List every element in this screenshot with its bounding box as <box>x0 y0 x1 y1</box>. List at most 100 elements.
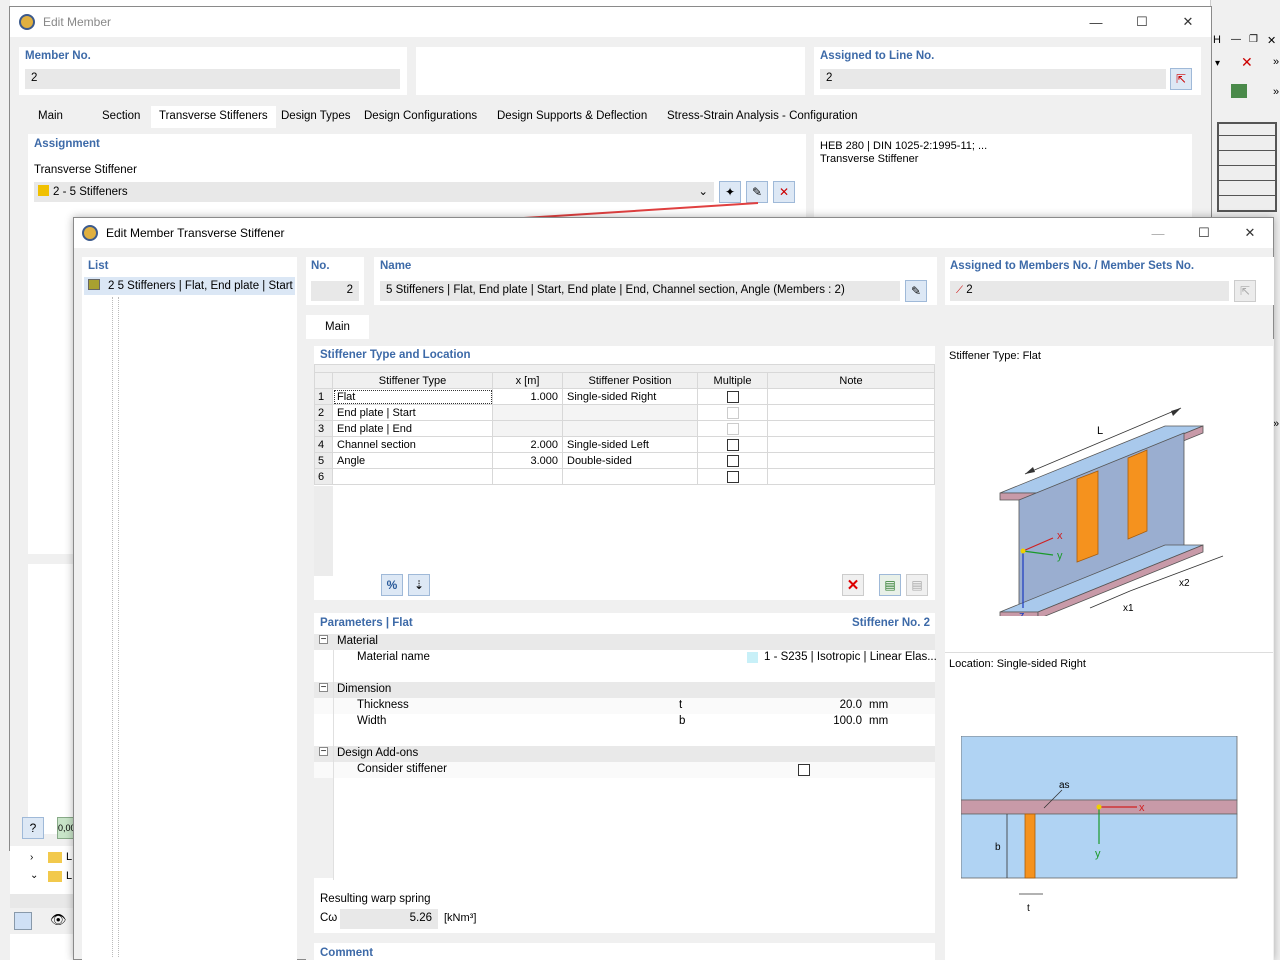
cell-type[interactable]: Angle <box>332 452 493 469</box>
cell-note[interactable] <box>767 420 935 437</box>
tab-section[interactable]: Section <box>84 106 153 128</box>
consider-checkbox[interactable] <box>798 764 810 776</box>
cell-position[interactable]: Double-sided <box>562 452 698 469</box>
delete-row-button[interactable]: ✕ <box>842 574 864 596</box>
bg-more-chevron-2[interactable]: » <box>1273 86 1279 98</box>
list-tree-line-2 <box>118 297 119 957</box>
minimize-button[interactable]: — <box>1135 218 1181 248</box>
minimize-button[interactable]: — <box>1073 7 1119 37</box>
multiple-checkbox[interactable] <box>726 454 739 467</box>
cell-multiple[interactable] <box>697 436 768 453</box>
bg-restore-icon[interactable]: ❐ <box>1249 34 1258 45</box>
dim-L-arrow-right <box>1171 408 1181 416</box>
bg-dropdown-icon[interactable]: ▾ <box>1215 58 1220 69</box>
multiple-checkbox <box>726 422 739 435</box>
list-item-selected[interactable]: 2 5 Stiffeners | Flat, End plate | Start <box>84 277 295 295</box>
tree-item-2[interactable]: L <box>66 870 72 882</box>
tab-design-configurations[interactable]: Design Configurations <box>356 106 485 128</box>
cell-note[interactable] <box>767 404 935 421</box>
delete-stiffener-button[interactable]: ✕ <box>773 181 795 203</box>
width-value[interactable]: 100.0 <box>833 715 862 727</box>
view-tab-icon[interactable]: 👁 <box>50 912 67 928</box>
width-row[interactable]: Width b 100.0 mm <box>314 714 935 730</box>
cell-note[interactable] <box>767 388 935 405</box>
pick-line-button[interactable]: ⇱ <box>1170 68 1192 90</box>
table-row[interactable]: 3 End plate | End <box>314 420 935 437</box>
table-row[interactable]: 6 <box>314 468 935 485</box>
cell-note[interactable] <box>767 468 935 485</box>
thickness-value[interactable]: 20.0 <box>840 699 862 711</box>
data-tab-icon[interactable] <box>14 912 32 930</box>
material-group[interactable]: − Material <box>314 634 935 650</box>
name-field[interactable]: 5 Stiffeners | Flat, End plate | Start, … <box>380 281 900 301</box>
percent-button[interactable]: % <box>381 574 403 596</box>
table-header-spacer <box>314 364 935 373</box>
cell-type[interactable]: Flat <box>332 388 493 405</box>
consider-row[interactable]: Consider stiffener <box>314 762 935 778</box>
tab-design-supports[interactable]: Design Supports & Deflection <box>489 106 655 128</box>
help-button[interactable]: ? <box>22 817 44 839</box>
table-row[interactable]: 4 Channel section 2.000 Single-sided Lef… <box>314 436 935 453</box>
export-button[interactable]: ▤ <box>879 574 901 596</box>
sort-button[interactable]: ⇣ <box>408 574 430 596</box>
close-button[interactable]: ✕ <box>1227 218 1273 248</box>
cell-multiple[interactable] <box>697 468 768 485</box>
tree-expand-icon[interactable]: › <box>30 852 33 863</box>
collapse-icon[interactable]: − <box>319 683 328 693</box>
pick-members-button[interactable]: ⇱ <box>1234 280 1256 302</box>
multiple-checkbox[interactable] <box>726 438 739 451</box>
assigned-line-field[interactable]: 2 <box>820 69 1166 89</box>
cell-type[interactable]: Channel section <box>332 436 493 453</box>
cell-type[interactable]: End plate | Start <box>332 404 493 421</box>
cell-x[interactable]: 1.000 <box>492 388 563 405</box>
bg-close-icon[interactable]: ✕ <box>1267 34 1276 47</box>
bg-delete-tool-icon[interactable]: ✕ <box>1241 54 1253 71</box>
thickness-row[interactable]: Thickness t 20.0 mm <box>314 698 935 714</box>
multiple-checkbox[interactable] <box>726 470 739 483</box>
cell-position[interactable] <box>562 468 698 485</box>
assigned-members-field[interactable]: ⟋ 2 <box>950 281 1229 301</box>
nav-scrollbar[interactable] <box>10 894 74 908</box>
maximize-button[interactable]: ☐ <box>1119 7 1165 37</box>
dimension-group[interactable]: − Dimension <box>314 682 935 698</box>
cell-multiple[interactable] <box>697 452 768 469</box>
tree-collapse-icon[interactable]: ⌄ <box>30 870 38 881</box>
tab-transverse-stiffeners[interactable]: Transverse Stiffeners <box>151 106 276 128</box>
cell-x[interactable]: 2.000 <box>492 436 563 453</box>
bg-more-chevron[interactable]: » <box>1273 56 1279 68</box>
bg-minimize-icon[interactable]: — <box>1231 34 1241 45</box>
member-no-field[interactable]: 2 <box>25 69 400 89</box>
cell-note[interactable] <box>767 436 935 453</box>
material-name-row[interactable]: Material name 1 - S235 | Isotropic | Lin… <box>314 650 937 666</box>
collapse-icon[interactable]: − <box>319 635 328 645</box>
table-row[interactable]: 1 Flat 1.000 Single-sided Right <box>314 388 935 405</box>
figures-panel: Stiffener Type: Flat L x y z x1 x2 Locat… <box>945 346 1273 960</box>
tab-stress-strain[interactable]: Stress-Strain Analysis - Configuration <box>659 106 865 128</box>
nav-tab-bar: 👁 <box>10 908 74 934</box>
cell-position[interactable]: Single-sided Left <box>562 436 698 453</box>
material-name-value[interactable]: 1 - S235 | Isotropic | Linear Elas... <box>764 651 937 663</box>
import-button[interactable]: ▤ <box>906 574 928 596</box>
assigned-members-panel: Assigned to Members No. / Member Sets No… <box>945 257 1274 305</box>
addons-group[interactable]: − Design Add-ons <box>314 746 935 762</box>
collapse-icon[interactable]: − <box>319 747 328 757</box>
multiple-checkbox[interactable] <box>726 390 739 403</box>
no-field[interactable]: 2 <box>311 281 359 301</box>
cell-note[interactable] <box>767 452 935 469</box>
cell-x[interactable] <box>492 468 563 485</box>
edit-name-button[interactable]: ✎ <box>905 280 927 302</box>
cell-position[interactable]: Single-sided Right <box>562 388 698 405</box>
tab-design-types[interactable]: Design Types <box>273 106 358 128</box>
bg-view-icon[interactable] <box>1231 84 1247 98</box>
close-button[interactable]: ✕ <box>1165 7 1211 37</box>
cell-type[interactable] <box>332 468 493 485</box>
maximize-button[interactable]: ☐ <box>1181 218 1227 248</box>
cell-multiple[interactable] <box>697 388 768 405</box>
dialog-tab-main[interactable]: Main <box>306 315 369 339</box>
cell-x[interactable]: 3.000 <box>492 452 563 469</box>
table-row[interactable]: 2 End plate | Start <box>314 404 935 421</box>
tab-main[interactable]: Main <box>19 106 77 128</box>
table-row[interactable]: 5 Angle 3.000 Double-sided <box>314 452 935 469</box>
tree-item-1[interactable]: L <box>66 851 72 863</box>
cell-type[interactable]: End plate | End <box>332 420 493 437</box>
